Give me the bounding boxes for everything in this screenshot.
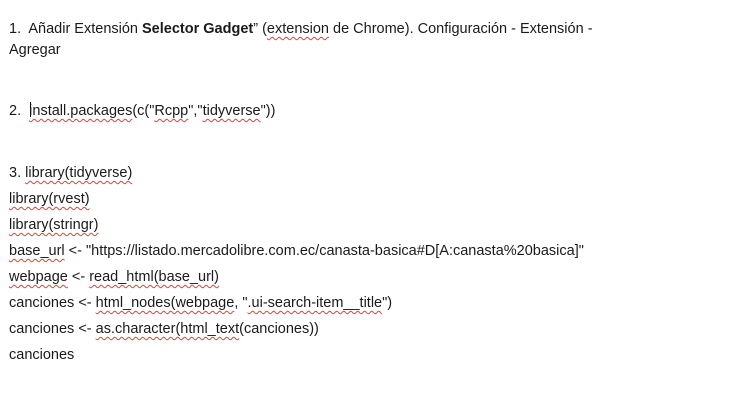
step3-line6: canciones <- html_nodes(webpage, ".ui-se… xyxy=(9,293,392,313)
step3-base-url-var: base_url xyxy=(9,243,65,259)
step3-line8: canciones xyxy=(9,345,74,365)
step3-line2: library(rvest) xyxy=(9,189,90,209)
step2-pkg2: tidyverse xyxy=(202,103,261,119)
step2-args-close: ")) xyxy=(260,103,276,119)
step3-canciones-print: canciones xyxy=(9,347,75,363)
step3-css-selector: .ui-search-item__title xyxy=(247,295,383,311)
step3-line7-close: (canciones)) xyxy=(239,321,319,337)
step3-library-tidyverse: library(tidyverse) xyxy=(25,165,133,181)
step3-line1: 3. library(tidyverse) xyxy=(9,163,132,183)
step3-number: 3. xyxy=(9,165,22,181)
step2-fn: install.packages xyxy=(29,103,133,119)
step3-canciones-assign1: canciones <- xyxy=(9,295,96,311)
step1-extension-word: extension xyxy=(266,21,329,37)
step1-text-b: ” ( xyxy=(253,21,267,37)
step3-webpage-assign: <- xyxy=(67,269,90,285)
step2-args-open: (c(" xyxy=(132,103,155,119)
step3-base-url-rest: <- "https://listado.mercadolibre.com.ec/… xyxy=(64,243,584,259)
document-page: 1. Añadir Extensión Selector Gadget” (ex… xyxy=(0,0,734,416)
step3-line3: library(stringr) xyxy=(9,215,98,235)
step1-number: 1. xyxy=(9,21,22,37)
step2-pkg1: Rcpp xyxy=(154,103,189,119)
step1-wrap-line: Agregar xyxy=(9,40,61,60)
step1-bold-name: Selector Gadget xyxy=(142,21,254,37)
step1-line: 1. Añadir Extensión Selector Gadget” (ex… xyxy=(9,19,593,39)
step3-read-html-call: read_html(base_url) xyxy=(89,269,219,285)
step3-canciones-assign2: canciones <- xyxy=(9,321,96,337)
step3-library-stringr: library(stringr) xyxy=(9,217,99,233)
step3-line6-close: ") xyxy=(382,295,393,311)
step3-webpage-var: webpage xyxy=(9,269,68,285)
step2-line: 2. install.packages(c("Rcpp","tidyverse"… xyxy=(9,101,275,121)
step3-line6-sep: , " xyxy=(234,295,248,311)
step3-as-character-call: as.character(html_text xyxy=(95,321,240,337)
step1-wrap: Agregar xyxy=(9,42,61,58)
step1-text-a: Añadir Extensión xyxy=(28,21,143,37)
step3-library-rvest: library(rvest) xyxy=(9,191,90,207)
step2-number: 2. xyxy=(9,103,22,119)
step3-line5: webpage <- read_html(base_url) xyxy=(9,267,219,287)
step1-text-c: de Chrome). Configuración - Extensión - xyxy=(328,21,593,37)
step2-sep: "," xyxy=(188,103,203,119)
step3-line7: canciones <- as.character(html_text(canc… xyxy=(9,319,319,339)
step3-html-nodes-call: html_nodes(webpage xyxy=(95,295,235,311)
step3-line4: base_url <- "https://listado.mercadolibr… xyxy=(9,241,584,261)
